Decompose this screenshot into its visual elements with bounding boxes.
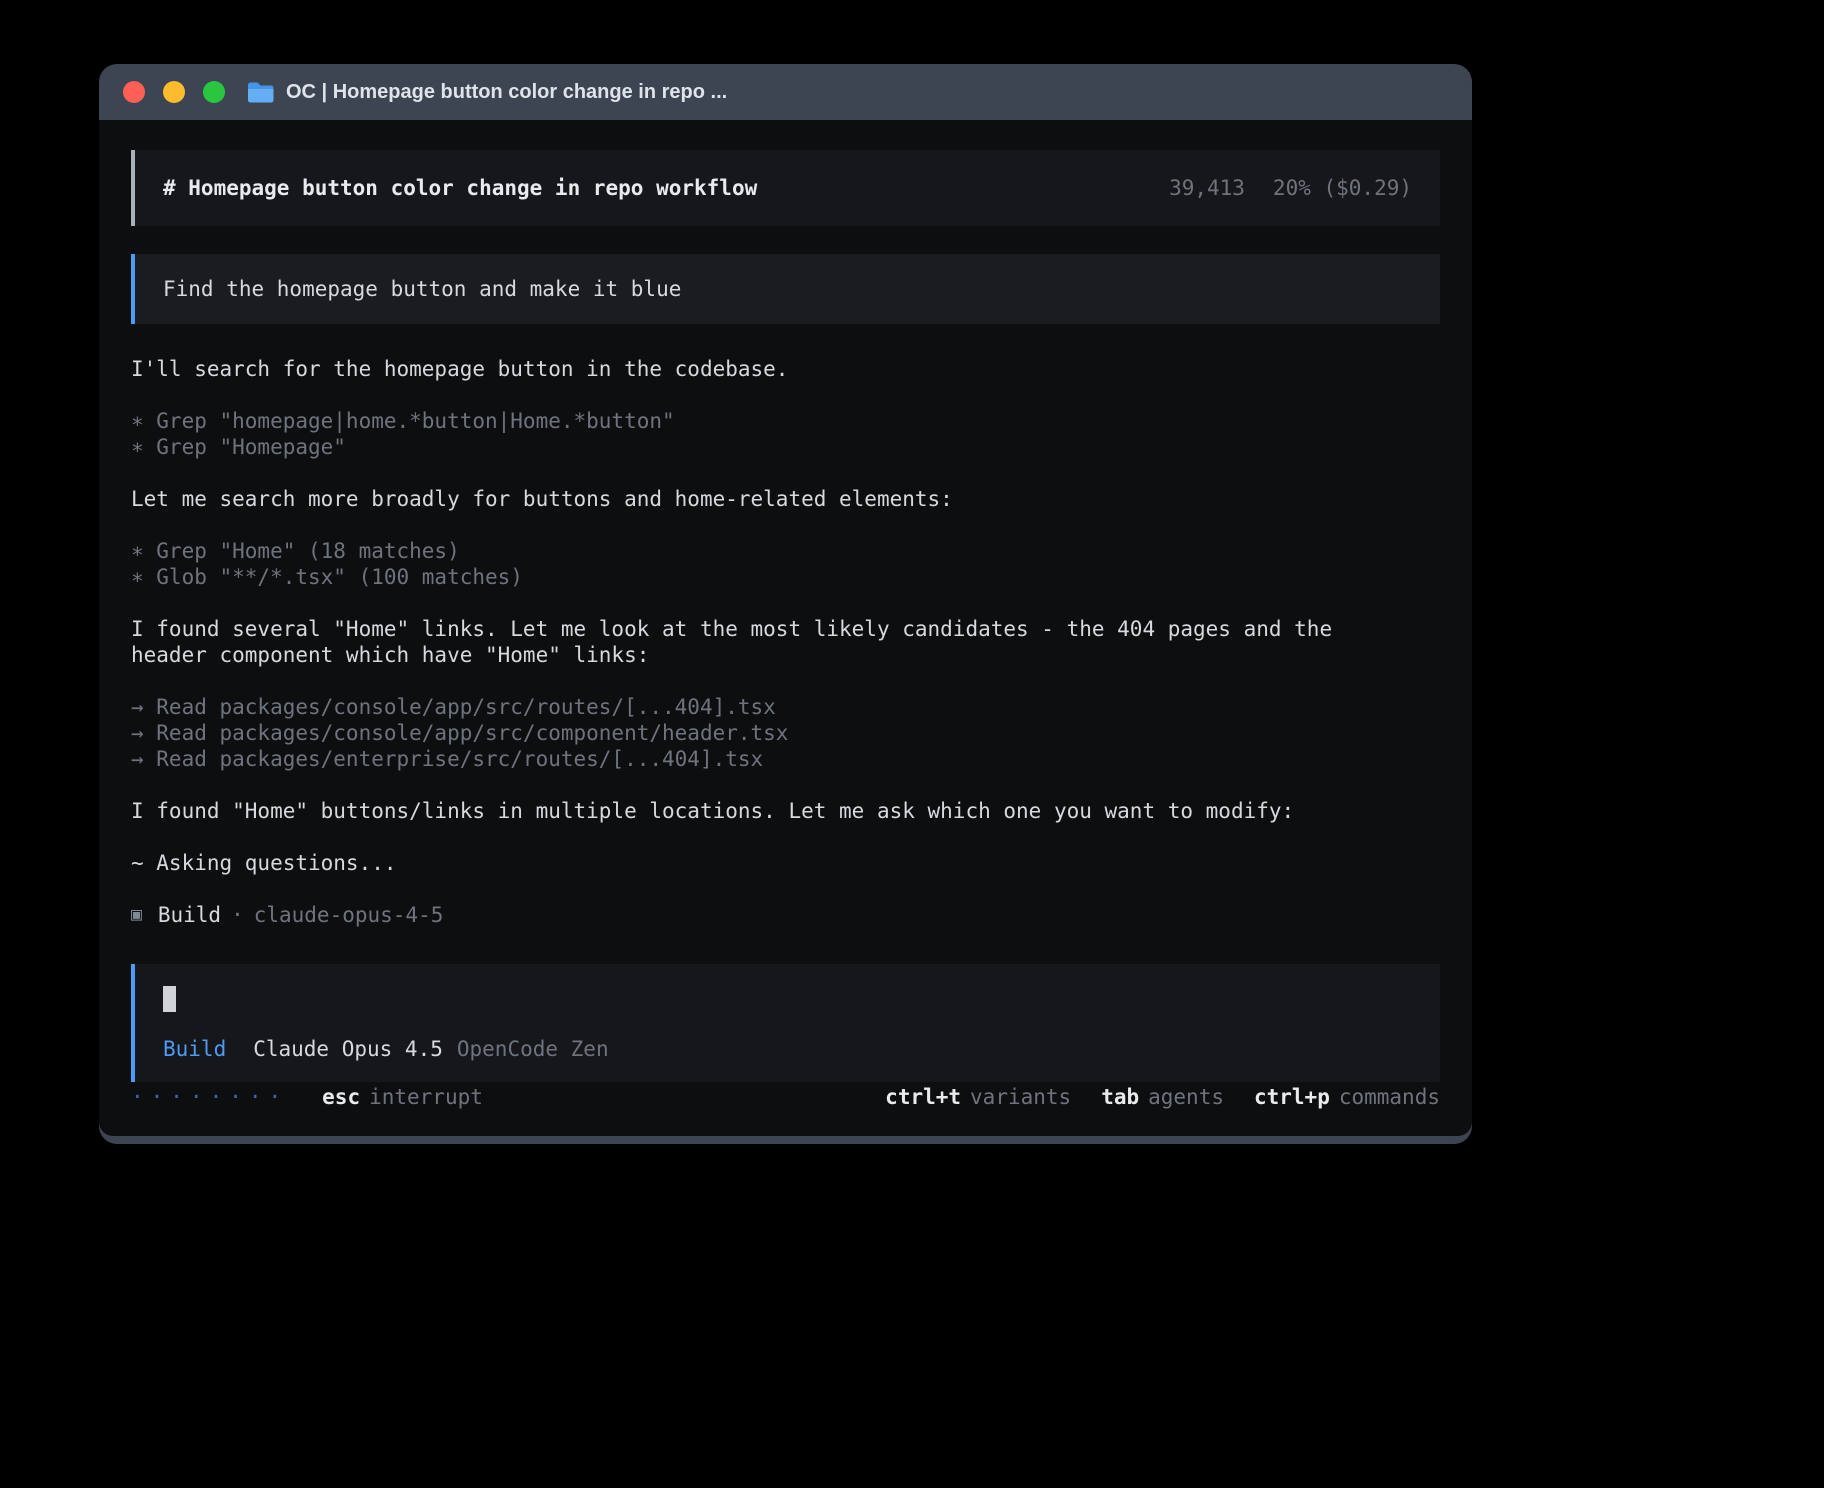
message-line: ∗ Glob "**/*.tsx" (100 matches) [131, 564, 1440, 590]
message-line: → Read packages/enterprise/src/routes/[.… [131, 746, 1440, 772]
provider-label: OpenCode Zen [457, 1036, 609, 1062]
terminal-content: # Homepage button color change in repo w… [99, 120, 1472, 1136]
session-title: # Homepage button color change in repo w… [163, 175, 757, 201]
hint-interrupt: esc interrupt [322, 1084, 483, 1110]
context-cost: 20% ($0.29) [1273, 175, 1412, 201]
message-line: → Read packages/console/app/src/componen… [131, 720, 1440, 746]
zoom-button[interactable] [203, 81, 225, 103]
prompt-input[interactable]: Build Claude Opus 4.5 OpenCode Zen [131, 964, 1440, 1082]
window-title: OC | Homepage button color change in rep… [286, 81, 727, 104]
mode-label: Build [163, 1036, 226, 1062]
token-count: 39,413 [1169, 175, 1245, 201]
hint-key: ctrl+p [1254, 1084, 1330, 1110]
hint-key: tab [1101, 1084, 1139, 1110]
assistant-text: I found several "Home" links. Let me loo… [131, 616, 1440, 668]
agent-icon: ▣ [131, 902, 142, 928]
assistant-text: I'll search for the homepage button in t… [131, 356, 1440, 382]
assistant-text: I found "Home" buttons/links in multiple… [131, 798, 1440, 824]
assistant-text: Let me search more broadly for buttons a… [131, 486, 1440, 512]
message-line: ∗ Grep "Homepage" [131, 434, 1440, 460]
message-line: ∗ Grep "homepage|home.*button|Home.*butt… [131, 408, 1440, 434]
message-line: I'll search for the homepage button in t… [131, 356, 1440, 382]
agent-name: Build [158, 902, 221, 928]
status-bar: ········ esc interrupt ctrl+t variants tab… [131, 1084, 1440, 1110]
hint-agents: tab agents [1101, 1084, 1224, 1110]
session-stats: 39,413 20% ($0.29) [1169, 175, 1412, 201]
message-line: ∗ Grep "Home" (18 matches) [131, 538, 1440, 564]
terminal-window: OC | Homepage button color change in rep… [99, 64, 1472, 1144]
hint-key: ctrl+t [885, 1084, 961, 1110]
conversation: I'll search for the homepage button in t… [131, 356, 1440, 902]
minimize-button[interactable] [163, 81, 185, 103]
session-header: # Homepage button color change in repo w… [131, 150, 1440, 226]
message-line: Let me search more broadly for buttons a… [131, 486, 1440, 512]
hint-key: esc [322, 1084, 360, 1110]
message-line: ~ Asking questions... [131, 850, 1440, 876]
text-cursor [163, 986, 176, 1012]
spinner-dots: ········ [131, 1084, 288, 1110]
tool-call-group: ∗ Grep "Home" (18 matches)∗ Glob "**/*.t… [131, 538, 1440, 590]
hint-label: commands [1339, 1084, 1440, 1110]
message-line: I found "Home" buttons/links in multiple… [131, 798, 1440, 824]
agent-status-line: ▣ Build · claude-opus-4-5 [131, 902, 1440, 928]
model-label: Claude Opus 4.5 [253, 1036, 443, 1062]
traffic-lights [123, 81, 225, 103]
hint-label: interrupt [369, 1084, 483, 1110]
message-line: header component which have "Home" links… [131, 642, 1440, 668]
user-message: Find the homepage button and make it blu… [131, 254, 1440, 324]
folder-icon [247, 81, 274, 103]
close-button[interactable] [123, 81, 145, 103]
assistant-text: ~ Asking questions... [131, 850, 1440, 876]
hint-commands: ctrl+p commands [1254, 1084, 1440, 1110]
hint-variants: ctrl+t variants [885, 1084, 1071, 1110]
status-left: ········ esc interrupt [131, 1084, 483, 1110]
hint-label: agents [1148, 1084, 1224, 1110]
agent-model: claude-opus-4-5 [254, 902, 444, 928]
status-right: ctrl+t variants tab agents ctrl+p commands [885, 1084, 1440, 1110]
message-line: → Read packages/console/app/src/routes/[… [131, 694, 1440, 720]
user-message-text: Find the homepage button and make it blu… [163, 277, 681, 301]
input-mode-line: Build Claude Opus 4.5 OpenCode Zen [163, 1036, 1412, 1062]
tool-call-group: ∗ Grep "homepage|home.*button|Home.*butt… [131, 408, 1440, 460]
tool-call-group: → Read packages/console/app/src/routes/[… [131, 694, 1440, 772]
agent-separator: · [231, 902, 244, 928]
hint-label: variants [970, 1084, 1071, 1110]
message-line: I found several "Home" links. Let me loo… [131, 616, 1440, 642]
titlebar: OC | Homepage button color change in rep… [99, 64, 1472, 120]
